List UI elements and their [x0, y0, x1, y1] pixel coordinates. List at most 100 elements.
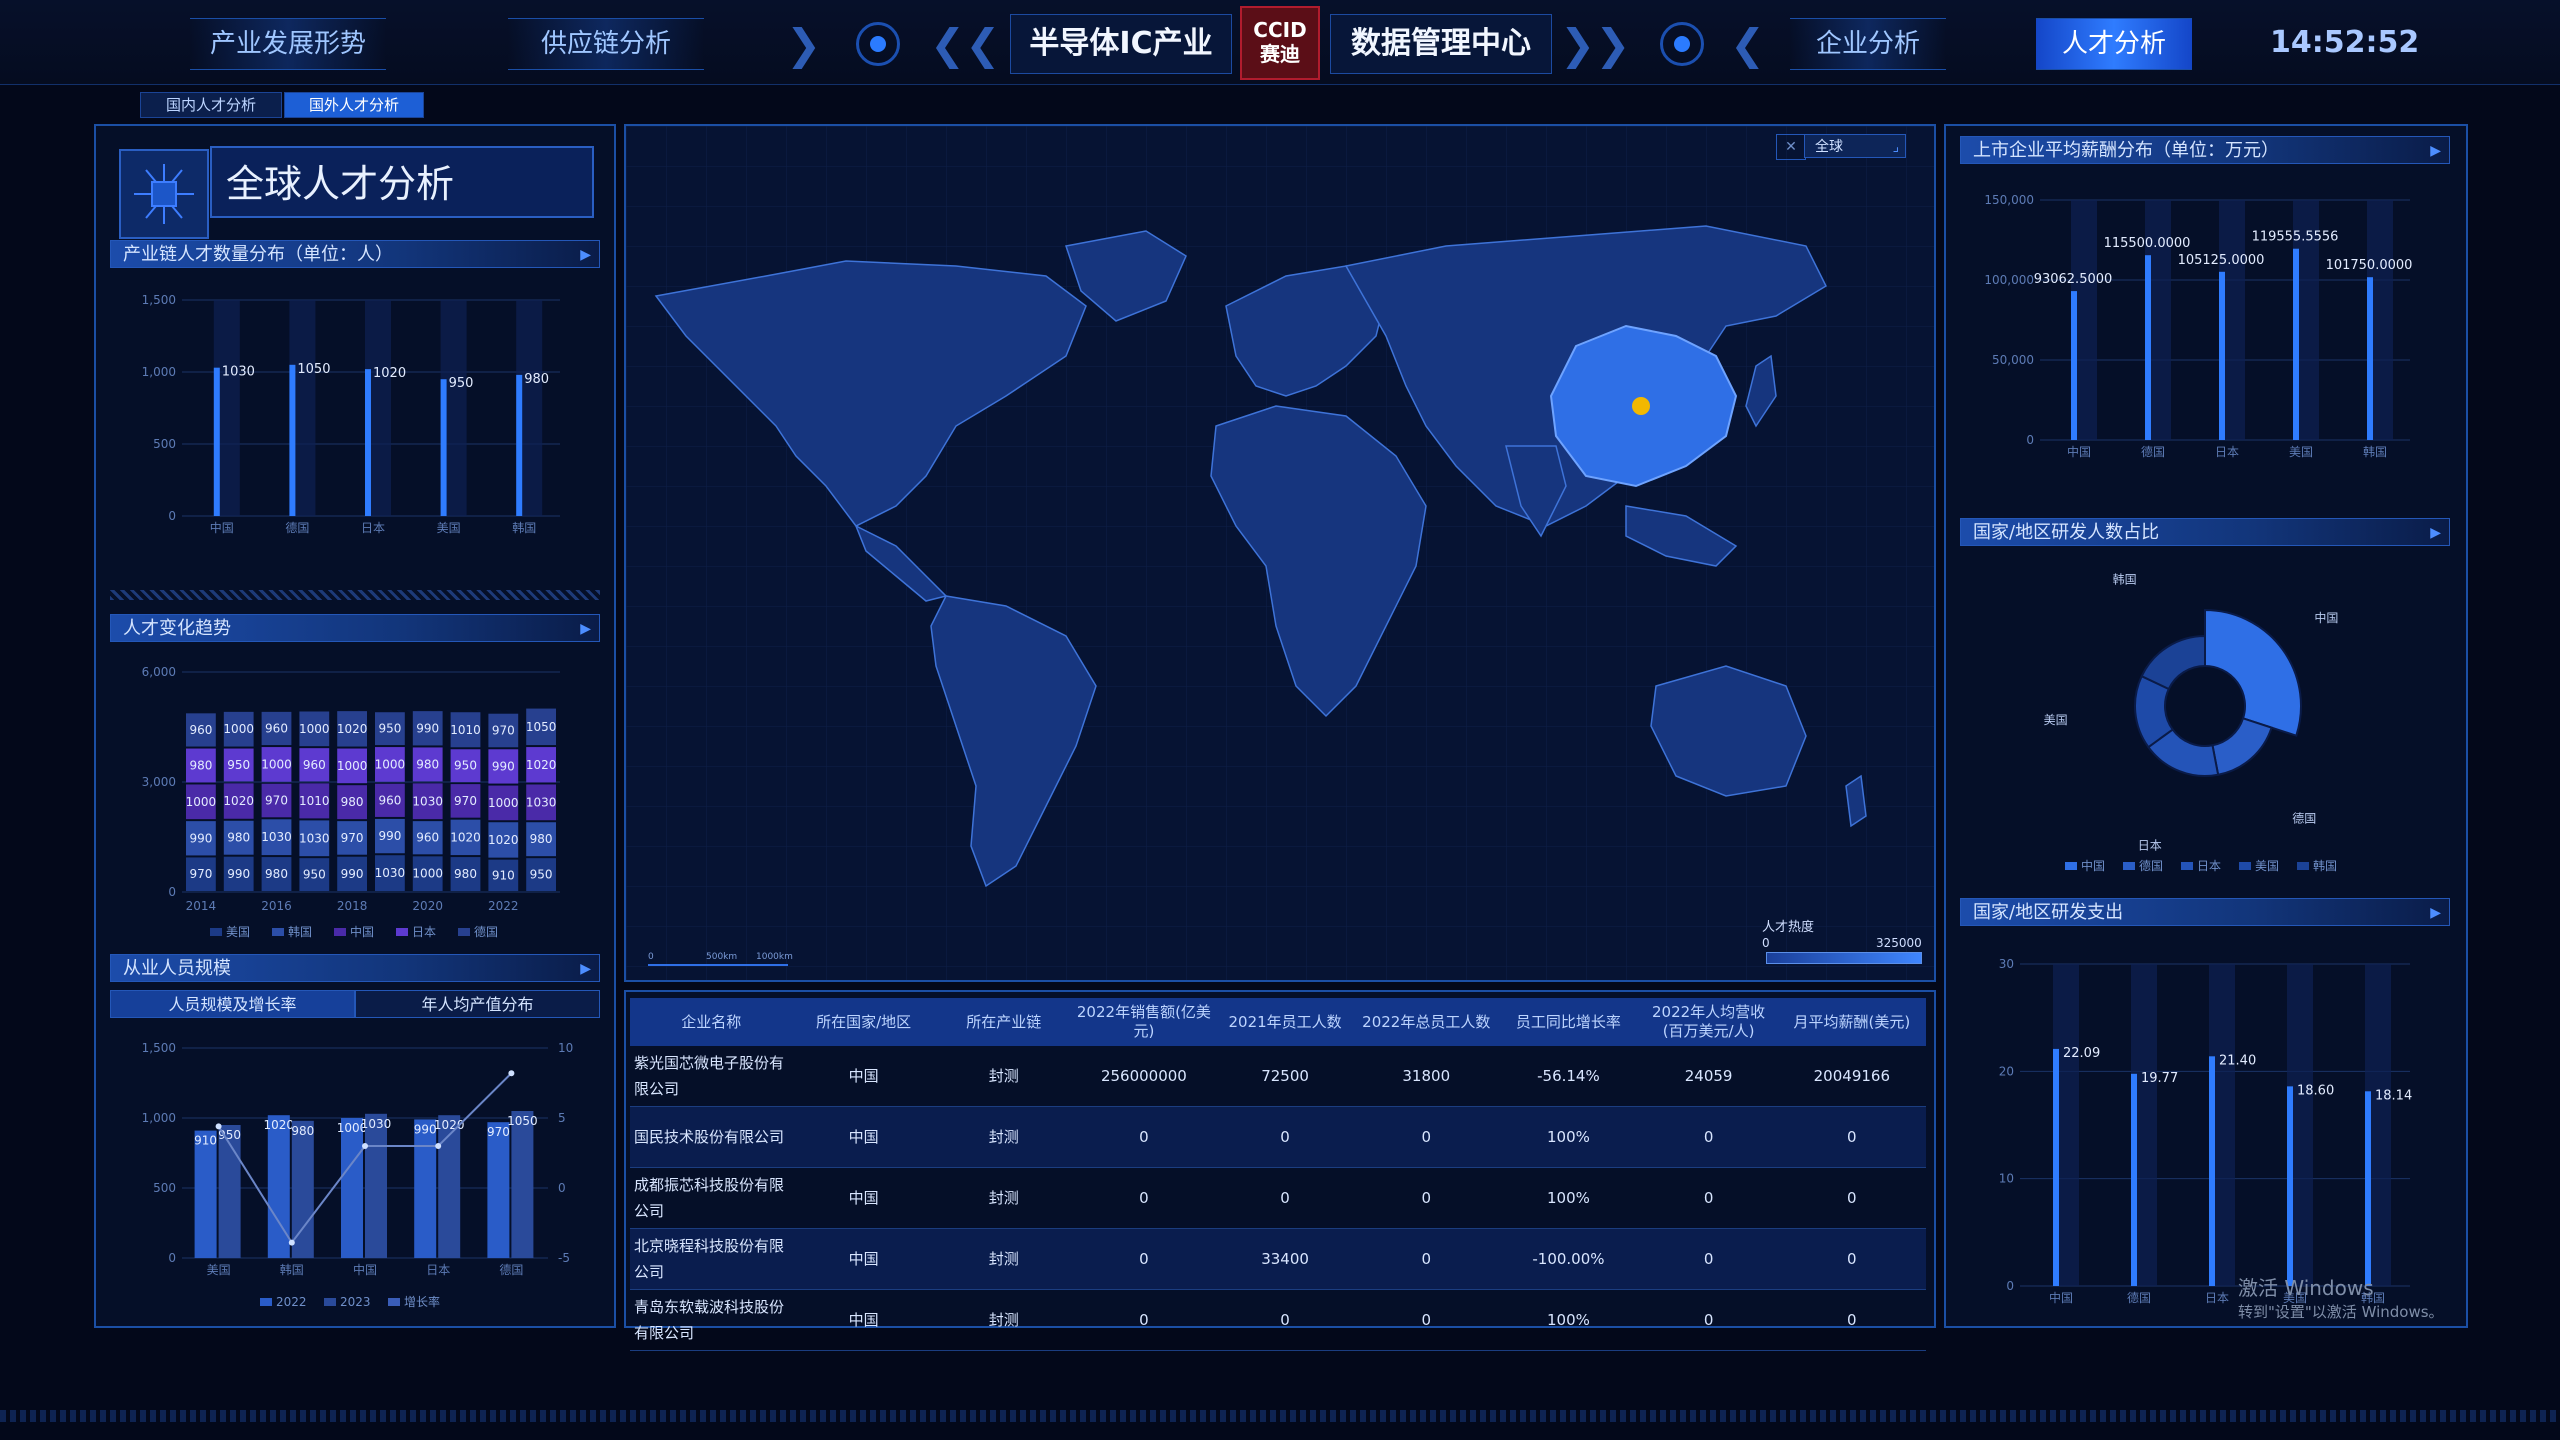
play-icon[interactable]: ▶ [580, 615, 591, 643]
table-row[interactable]: 国民技术股份有限公司 中国 封测 0 0 0 100% 0 0 [630, 1106, 1926, 1168]
tab-foreign-talent[interactable]: 国外人才分析 [284, 92, 424, 118]
y-tick-label: 0 [168, 1251, 176, 1265]
table-cell: 20049166 [1777, 1046, 1926, 1107]
x-tick-label: 德国 [499, 1262, 523, 1277]
table-header-cell[interactable]: 所在国家/地区 [792, 998, 935, 1046]
talent-distribution-chart: 0 500 1,000 1,500 中国 1030 德国 1050 日本 1020 美国 950 韩国 9… [142, 293, 560, 535]
table-cell: 72500 [1215, 1046, 1356, 1107]
table-row[interactable]: 北京晓程科技股份有限公司 中国 封测 0 33400 0 -100.00% 0 0 [630, 1228, 1926, 1290]
scale-label-1000km: 1000km [756, 952, 793, 962]
enterprise-table: 企业名称 所在国家/地区 所在产业链 2022年销售额(亿美元) 2021年员工人数 20… [630, 998, 1926, 1351]
chevron-left-icon: ❮❮ [930, 20, 1001, 69]
section-title: 产业链人才数量分布（单位：人） [123, 244, 393, 265]
play-icon[interactable]: ▶ [2430, 899, 2441, 927]
table-row[interactable]: 青岛东软载波科技股份有限公司 中国 封测 0 0 0 100% 0 0 [630, 1289, 1926, 1351]
y-tick-label: 3,000 [142, 775, 176, 789]
scale-label-500km: 500km [706, 952, 738, 962]
data-label: 960 [416, 831, 439, 845]
y2-tick-label: 10 [558, 1041, 573, 1055]
y2-tick-label: 5 [558, 1111, 566, 1125]
table-cell: 0 [1777, 1289, 1926, 1351]
region-select[interactable]: 全球 ⌟ [1804, 134, 1906, 158]
data-label: 980 [189, 759, 212, 773]
page-title: 全球人才分析 [210, 146, 594, 218]
x-tick-label: 美国 [207, 1263, 231, 1277]
table-header-cell[interactable]: 所在产业链 [934, 998, 1073, 1046]
bar [2365, 1091, 2371, 1286]
scale-label-0: 0 [648, 952, 654, 962]
nav-item-enterprise[interactable]: 企业分析 [1790, 18, 1946, 70]
growth-rate-point [288, 1239, 295, 1246]
data-label: 950 [530, 868, 553, 882]
data-label: 950 [227, 758, 250, 772]
table-cell: 100% [1497, 1289, 1640, 1351]
play-icon[interactable]: ▶ [2430, 519, 2441, 547]
chevron-right-icon: ❯❯ [1560, 20, 1631, 69]
play-icon[interactable]: ▶ [2430, 137, 2441, 165]
table-header-cell[interactable]: 月平均薪酬(美元) [1777, 998, 1926, 1046]
table-cell: 封测 [934, 1106, 1073, 1168]
play-icon[interactable]: ▶ [580, 955, 591, 983]
legend-swatch [2181, 862, 2193, 870]
data-label: 960 [265, 721, 288, 735]
data-label: 1020 [337, 722, 368, 736]
data-label: 93062.5000 [2034, 272, 2113, 287]
nav-item-talent[interactable]: 人才分析 [2036, 18, 2192, 70]
data-label: 980 [291, 1124, 314, 1138]
play-icon[interactable]: ▶ [580, 241, 591, 269]
data-label: 1020 [223, 794, 254, 808]
legend-swatch [2123, 862, 2135, 870]
hex-node-icon [856, 22, 900, 66]
slice-label: 德国 [2292, 811, 2316, 826]
table-header-cell[interactable]: 2021年员工人数 [1215, 998, 1356, 1046]
logo-text-en: CCID [1253, 18, 1307, 42]
data-label: 990 [227, 867, 250, 881]
bar [2209, 1056, 2215, 1286]
section-header-workforce: 从业人员规模 ▶ [110, 954, 600, 982]
bar [2287, 1086, 2293, 1286]
table-cell: 国民技术股份有限公司 [630, 1106, 793, 1168]
legend-label: 2023 [340, 1295, 371, 1309]
world-map[interactable] [626, 126, 1934, 980]
tab-workforce-growth[interactable]: 人员规模及增长率 [110, 990, 355, 1018]
x-tick-label: 中国 [353, 1262, 377, 1277]
data-label: 970 [454, 794, 477, 808]
data-label: 18.14 [2375, 1088, 2412, 1103]
data-label: 1030 [222, 365, 255, 380]
x-tick-label: 韩国 [512, 520, 536, 535]
data-label: 1020 [488, 833, 519, 847]
y-tick-label: 150,000 [1984, 193, 2034, 207]
table-header-cell[interactable]: 企业名称 [630, 998, 793, 1046]
tab-domestic-talent[interactable]: 国内人才分析 [140, 92, 282, 118]
x-tick-label: 美国 [437, 521, 461, 535]
heat-legend-min: 0 [1762, 936, 1770, 950]
growth-rate-point [215, 1123, 222, 1130]
table-cell: 北京晓程科技股份有限公司 [630, 1228, 793, 1290]
table-header-cell[interactable]: 2022年人均营收(百万美元/人) [1639, 998, 1778, 1046]
table-cell: 中国 [792, 1228, 935, 1290]
pie-slice [2211, 717, 2273, 776]
growth-rate-point [508, 1070, 515, 1077]
data-label: 970 [265, 794, 288, 808]
legend-label: 日本 [412, 925, 436, 939]
y-tick-label: 6,000 [142, 665, 176, 679]
region-filter-icon[interactable]: ✕ [1776, 134, 1806, 160]
table-cell: 100% [1497, 1167, 1640, 1229]
heat-legend-slider[interactable] [1766, 952, 1922, 964]
chip-icon [119, 149, 209, 239]
section-header-rd-share: 国家/地区研发人数占比 ▶ [1960, 518, 2450, 546]
table-header-cell[interactable]: 2022年总员工人数 [1355, 998, 1498, 1046]
data-label: 1000 [337, 759, 368, 773]
bar [487, 1122, 510, 1258]
nav-item-industry-trend[interactable]: 产业发展形势 [190, 18, 386, 70]
x-tick-label: 2018 [337, 899, 368, 913]
table-header-cell[interactable]: 2022年销售额(亿美元) [1072, 998, 1215, 1046]
nav-item-supply-chain[interactable]: 供应链分析 [508, 18, 704, 70]
watermark-line1: 激活 Windows [2238, 1276, 2374, 1300]
data-label: 960 [189, 723, 212, 737]
table-row[interactable]: 紫光国芯微电子股份有限公司 中国 封测 256000000 72500 31800 -56.… [630, 1046, 1926, 1107]
table-cell: -100.00% [1497, 1228, 1640, 1290]
tab-output-per-capita[interactable]: 年人均产值分布 [355, 990, 600, 1018]
table-header-cell[interactable]: 员工同比增长率 [1497, 998, 1640, 1046]
table-row[interactable]: 成都振芯科技股份有限公司 中国 封测 0 0 0 100% 0 0 [630, 1167, 1926, 1229]
